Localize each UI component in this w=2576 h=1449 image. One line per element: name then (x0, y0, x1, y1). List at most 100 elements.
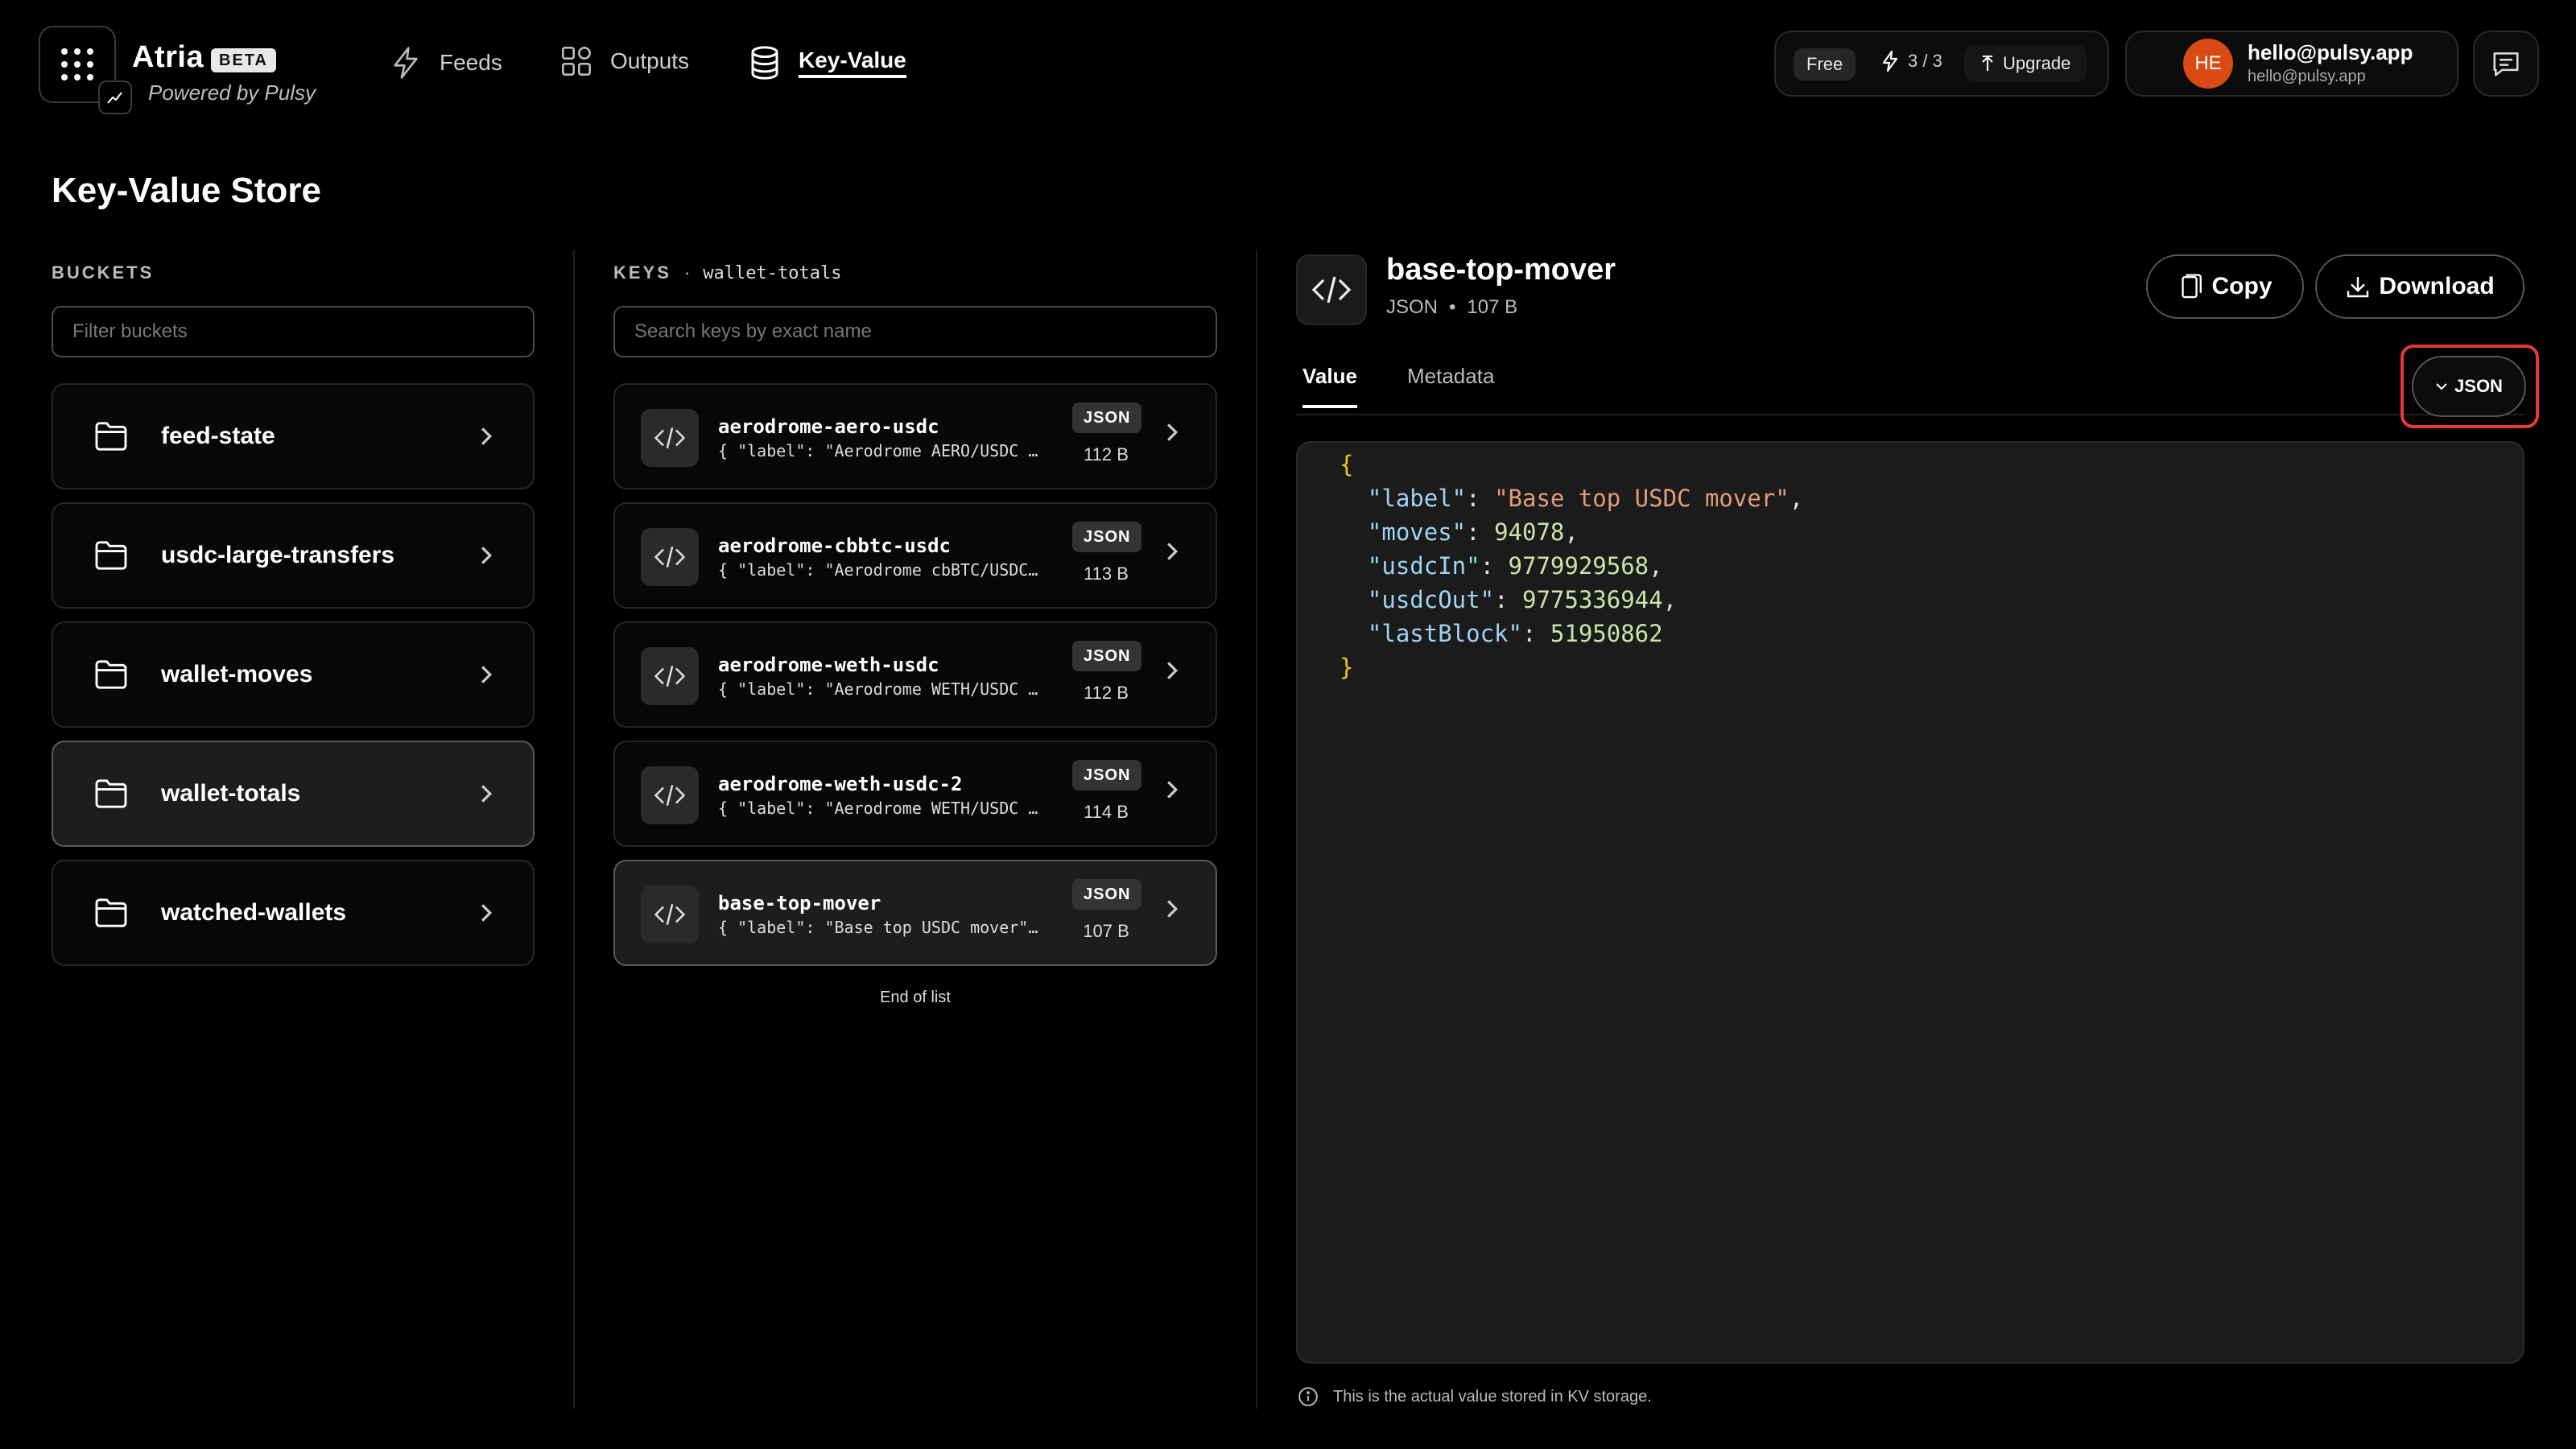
nav-outputs-label: Outputs (610, 48, 690, 73)
keys-label: KEYS (613, 262, 671, 283)
buckets-heading: BUCKETS (52, 262, 155, 283)
folder-icon (95, 660, 127, 689)
key-preview: { "label": "Aerodrome cbBTC/USDC … (718, 560, 1040, 580)
avatar: HE (2183, 39, 2233, 89)
bucket-name: usdc-large-transfers (161, 542, 395, 568)
bucket-name: watched-wallets (161, 899, 347, 926)
feedback-button[interactable] (2473, 31, 2539, 97)
bucket-item[interactable]: watched-wallets (52, 860, 535, 966)
key-item[interactable]: aerodrome-aero-usdc { "label": "Aerodrom… (613, 383, 1217, 489)
trend-icon (98, 80, 132, 114)
json-key: "lastBlock" (1367, 620, 1522, 647)
column-divider (1256, 250, 1257, 1409)
upgrade-button[interactable]: Upgrade (1964, 45, 2087, 82)
json-brace-open: { (1340, 451, 1354, 478)
database-icon (751, 46, 778, 80)
json-key: "usdcIn" (1367, 552, 1480, 580)
key-preview: { "label": "Aerodrome WETH/USDC p… (718, 799, 1040, 818)
code-icon (641, 528, 699, 586)
key-item[interactable]: aerodrome-cbbtc-usdc { "label": "Aerodro… (613, 502, 1217, 609)
search-keys-input[interactable] (613, 306, 1217, 357)
format-dropdown[interactable]: JSON (2412, 356, 2526, 417)
lightning-icon (394, 47, 418, 79)
chevron-right-icon (481, 547, 493, 564)
nav-outputs[interactable]: Outputs (560, 45, 689, 77)
json-code: { "label": "Base top USDC mover", "moves… (1340, 451, 1804, 681)
key-type-badge: JSON (1072, 641, 1142, 671)
bucket-item-selected[interactable]: wallet-totals (52, 741, 535, 847)
meta-dot: • (1449, 296, 1456, 318)
detail-type: JSON (1386, 296, 1439, 318)
key-size: 112 B (1084, 444, 1129, 464)
folder-icon (95, 898, 127, 927)
json-value-lastblock: 51950862 (1550, 620, 1663, 647)
key-item[interactable]: aerodrome-weth-usdc-2 { "label": "Aerodr… (613, 741, 1217, 847)
chevron-right-icon (1167, 543, 1179, 560)
json-value-usdcin: 9779929568 (1508, 552, 1649, 580)
download-icon (2347, 277, 2369, 298)
download-button[interactable]: Download (2315, 254, 2524, 319)
bucket-item[interactable]: wallet-moves (52, 621, 535, 728)
chevron-right-icon (481, 427, 493, 445)
column-divider (573, 250, 575, 1409)
json-brace-close: } (1340, 654, 1354, 681)
storage-note-text: This is the actual value stored in KV st… (1333, 1387, 1652, 1406)
chevron-right-icon (1167, 900, 1179, 918)
code-icon (641, 766, 699, 824)
tab-value[interactable]: Value (1302, 364, 1357, 408)
nav-key-value[interactable]: Key-Value (749, 45, 906, 80)
json-value-label: "Base top USDC mover" (1494, 485, 1790, 512)
nav-feeds[interactable]: Feeds (390, 45, 502, 80)
key-name: aerodrome-cbbtc-usdc (718, 535, 951, 557)
value-viewer: { "label": "Base top USDC mover", "moves… (1296, 441, 2524, 1364)
key-preview: { "label": "Base top USDC mover",… (718, 918, 1040, 937)
nav-key-value-label: Key-Value (799, 47, 906, 78)
storage-note: This is the actual value stored in KV st… (1298, 1386, 1652, 1407)
key-type-badge: JSON (1072, 760, 1142, 791)
code-icon (641, 647, 699, 705)
json-value-moves: 94078 (1494, 518, 1565, 546)
json-value-usdcout: 9775336944 (1521, 586, 1663, 613)
user-email: hello@pulsy.app (2248, 40, 2413, 64)
json-key: "moves" (1367, 518, 1467, 546)
end-of-list: End of list (880, 989, 951, 1006)
plan-tier-badge: Free (1794, 48, 1856, 80)
info-icon (1298, 1387, 1318, 1406)
breadcrumb-separator: · (683, 262, 691, 283)
copy-button[interactable]: Copy (2146, 254, 2304, 319)
chevron-right-icon (481, 785, 493, 803)
key-size: 113 B (1084, 564, 1129, 584)
clipboard-icon (2181, 274, 2202, 299)
key-size: 107 B (1083, 921, 1129, 941)
chevron-right-icon (1167, 662, 1179, 679)
credits-label: 3 / 3 (1908, 51, 1942, 71)
credits-counter: 3 / 3 (1880, 50, 1942, 72)
json-key: "label" (1367, 485, 1467, 512)
key-name: base-top-mover (718, 892, 881, 914)
key-preview: { "label": "Aerodrome AERO/USDC p… (718, 441, 1040, 460)
folder-icon (95, 541, 127, 570)
bolt-icon (1882, 50, 1898, 72)
key-item[interactable]: aerodrome-weth-usdc { "label": "Aerodrom… (613, 621, 1217, 728)
grid-icon (61, 48, 93, 80)
detail-size: 107 B (1467, 296, 1518, 318)
beta-badge: BETA (211, 48, 276, 72)
code-icon (641, 886, 699, 943)
arrow-up-icon (1982, 56, 1993, 71)
bucket-item[interactable]: usdc-large-transfers (52, 502, 535, 609)
code-icon (641, 409, 699, 467)
filter-buckets-input[interactable] (52, 306, 535, 357)
tab-divider (1296, 414, 2524, 415)
chevron-right-icon (481, 904, 493, 922)
chevron-right-icon (1167, 423, 1179, 441)
format-label: JSON (2454, 376, 2503, 396)
key-item-selected[interactable]: base-top-mover { "label": "Base top USDC… (613, 860, 1217, 966)
download-label: Download (2379, 273, 2495, 299)
tab-metadata[interactable]: Metadata (1407, 364, 1494, 389)
user-email-secondary: hello@pulsy.app (2248, 68, 2366, 85)
keys-heading: KEYS · wallet-totals (613, 262, 841, 283)
key-type-badge: JSON (1072, 402, 1142, 433)
bucket-item[interactable]: feed-state (52, 383, 535, 489)
folder-icon (95, 422, 127, 451)
chevron-right-icon (1167, 781, 1179, 799)
